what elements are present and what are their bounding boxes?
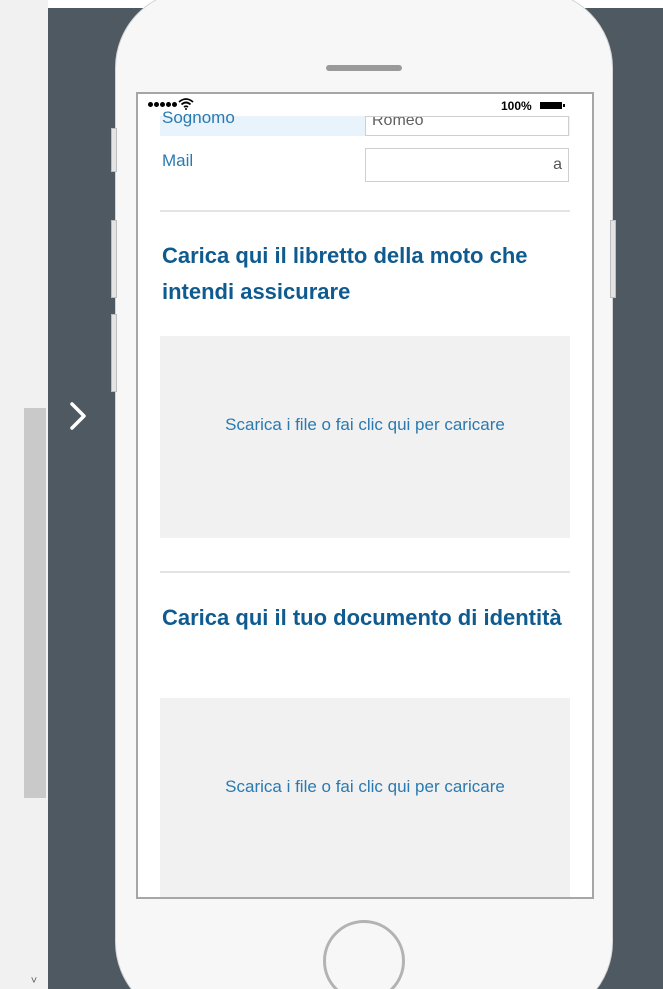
wifi-icon (178, 98, 194, 110)
phone-power-button (610, 220, 616, 298)
mail-input[interactable]: a (365, 148, 569, 182)
section-divider (160, 210, 570, 212)
mail-row: Mail a (160, 148, 570, 182)
phone-speaker (326, 65, 402, 71)
battery-percent: 100% (501, 99, 532, 113)
scrollbar-thumb[interactable] (24, 408, 46, 798)
dropzone-libretto[interactable]: Scarica i file o fai clic qui per carica… (160, 336, 570, 538)
dropzone-documento[interactable]: Scarica i file o fai clic qui per carica… (160, 698, 570, 897)
phone-side-button (111, 128, 117, 172)
signal-icon (148, 102, 177, 107)
dropzone-text: Scarica i file o fai clic qui per carica… (225, 777, 505, 796)
dropzone-text: Scarica i file o fai clic qui per carica… (225, 415, 505, 434)
phone-volume-down (111, 314, 117, 392)
section-title-libretto: Carica qui il libretto della moto che in… (162, 243, 528, 304)
chevron-right-icon[interactable] (62, 396, 96, 436)
phone-screen: 100% Sognomo Romeo Mail a Carica qui il … (136, 92, 594, 899)
battery-icon (540, 102, 562, 109)
section-divider (160, 571, 570, 573)
section-title-documento: Carica qui il tuo documento di identità (162, 605, 562, 630)
phone-volume-up (111, 220, 117, 298)
battery-tip (563, 104, 565, 107)
status-bar: 100% (138, 94, 592, 122)
scroll-down-arrow-icon[interactable]: ˅ (26, 974, 42, 988)
mail-label: Mail (162, 151, 194, 170)
